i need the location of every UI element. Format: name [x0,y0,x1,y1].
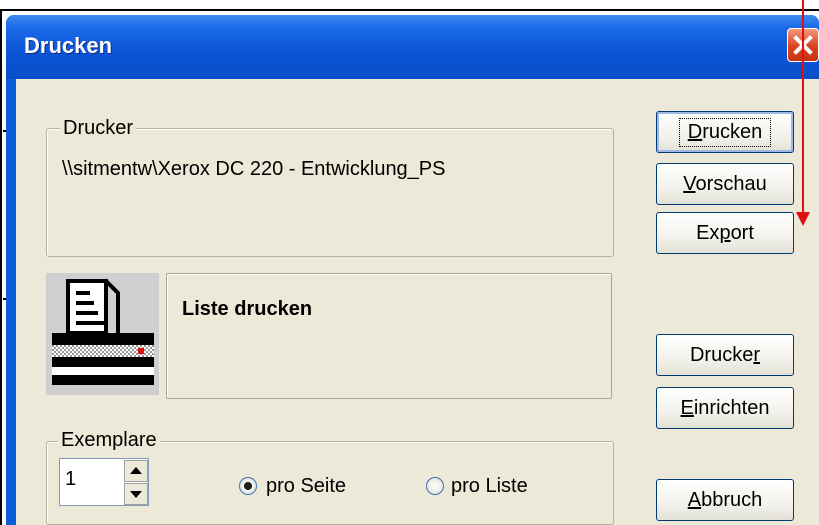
printer-groupbox [46,128,614,257]
annotation-arrow-line [802,0,804,212]
copies-spinner[interactable]: 1 [59,458,149,506]
window-title: Drucken [24,33,113,58]
print-button[interactable]: Drucken [656,111,794,153]
spin-up-button[interactable] [124,460,148,482]
background-frame-line [0,9,2,525]
info-panel [166,273,612,399]
radio-pro-seite[interactable] [239,477,257,495]
radio-pro-liste[interactable] [426,477,444,495]
printer-name-text: \\sitmentw\Xerox DC 220 - Entwicklung_PS [62,158,446,180]
copies-group-label: Exemplare [58,429,160,452]
arrow-down-icon [130,491,142,498]
preview-button[interactable]: Vorschau [656,163,794,205]
cancel-button-label: Abbruch [687,488,763,511]
printer-icon [46,273,159,395]
export-button[interactable]: Export [656,212,794,254]
background-frame-line [0,9,819,11]
title-bar[interactable]: Drucken [6,15,819,79]
radio-pro-liste-label[interactable]: pro Liste [451,475,528,498]
preview-button-label: Vorschau [683,172,767,195]
printer-group-label: Drucker [60,117,137,140]
printer-button-label: Drucker [689,343,761,366]
export-button-label: Export [696,221,754,244]
copies-input[interactable]: 1 [65,468,76,491]
annotation-arrow-icon [796,212,810,226]
radio-pro-seite-label[interactable]: pro Seite [266,475,346,498]
arrow-up-icon [130,467,142,474]
spin-down-button[interactable] [124,483,148,505]
setup-button[interactable]: Einrichten [656,387,794,429]
cancel-button[interactable]: Abbruch [656,479,794,521]
print-button-label: Drucken [678,117,772,147]
panel-title: Liste drucken [182,298,313,320]
printer-button[interactable]: Drucker [656,334,794,376]
print-dialog: Drucken Drucker \\sitmentw\Xerox DC 220 … [6,15,819,525]
setup-button-label: Einrichten [680,396,770,419]
dialog-client-area: Drucker \\sitmentw\Xerox DC 220 - Entwic… [16,79,819,525]
